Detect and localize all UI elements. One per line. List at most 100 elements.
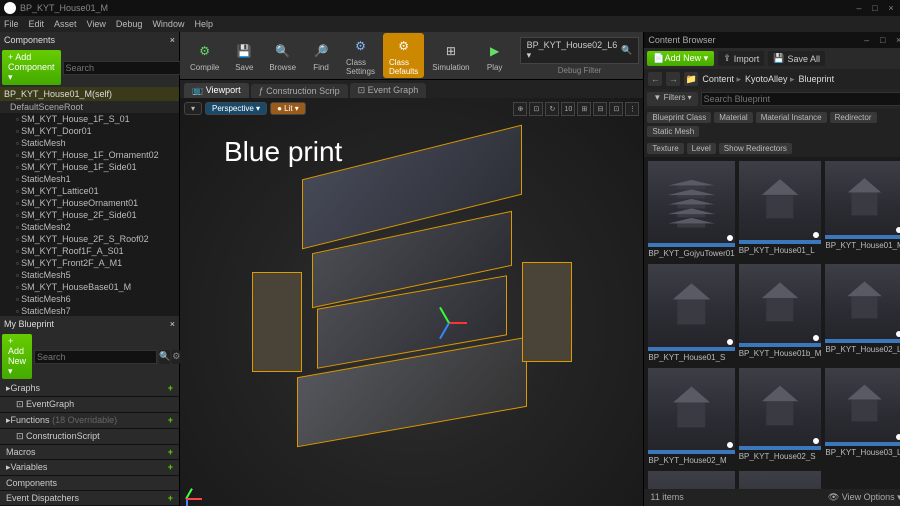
viewport-tool-button[interactable]: ⊡ <box>609 102 623 116</box>
viewport-tool-button[interactable]: ⊞ <box>577 102 591 116</box>
minimize-icon[interactable]: – <box>854 3 864 13</box>
filter-chip[interactable]: Material Instance <box>756 112 827 123</box>
bp-section-functions[interactable]: ▸Functions (18 Overridable)+ <box>0 413 179 429</box>
asset-tile[interactable]: BP_KYT_House03_L <box>825 368 900 467</box>
tree-item[interactable]: SM_KYT_HouseOrnament01 <box>0 197 179 209</box>
simulation-button[interactable]: ⊞Simulation <box>426 38 475 74</box>
find-button[interactable]: 🔎Find <box>304 38 338 74</box>
browse-button[interactable]: 🔍Browse <box>263 38 302 74</box>
nav-back-icon[interactable]: ← <box>648 72 662 86</box>
filter-chip[interactable]: Static Mesh <box>647 126 699 137</box>
menu-debug[interactable]: Debug <box>116 19 143 29</box>
bp-section-macros[interactable]: Macros+ <box>0 445 179 460</box>
tree-item[interactable]: SM_KYT_HouseBase01_M <box>0 281 179 293</box>
viewport[interactable]: ▾ Perspective ▾ ● Lit ▾ ⊕⊡↻10⊞⊟⊡⋮ Blue p… <box>180 98 643 506</box>
menu-file[interactable]: File <box>4 19 19 29</box>
import-button[interactable]: ⇪ Import <box>718 51 764 66</box>
filter-chip[interactable]: Redirector <box>830 112 877 123</box>
bp-section-graphs[interactable]: ▸Graphs+ <box>0 381 179 397</box>
asset-tile[interactable]: BP_KYT_GojyuTower01 <box>648 161 734 260</box>
add-component-button[interactable]: + Add Component ▾ <box>2 50 61 85</box>
asset-tile[interactable]: BP_KYT_House01_S <box>648 264 734 363</box>
maximize-icon[interactable]: □ <box>870 3 880 13</box>
myblueprint-tab[interactable]: My Blueprint× <box>0 316 179 332</box>
filter-chip[interactable]: Texture <box>647 143 683 154</box>
transform-gizmo[interactable] <box>431 304 467 340</box>
filter-chip[interactable]: Blueprint Class <box>647 112 711 123</box>
tree-item[interactable]: SM_KYT_House_1F_S_01 <box>0 113 179 125</box>
tree-item[interactable]: StaticMesh <box>0 137 179 149</box>
viewport-tool-button[interactable]: 10 <box>561 102 575 116</box>
asset-tile[interactable]: BP_KYT_House02_M <box>648 368 734 467</box>
filter-chip[interactable]: Material <box>714 112 752 123</box>
tree-item[interactable]: StaticMesh6 <box>0 293 179 305</box>
crumb-kyotoalley[interactable]: KyotoAlley <box>745 74 795 85</box>
asset-tile[interactable]: BP_KYT_House01b_M <box>739 264 822 363</box>
viewport-menu-icon[interactable]: ▾ <box>184 102 202 115</box>
view-options-button[interactable]: 👁 View Options ▾ <box>828 492 900 503</box>
maximize-icon[interactable]: □ <box>878 35 888 45</box>
minimize-icon[interactable]: – <box>862 35 872 45</box>
tree-item[interactable]: StaticMesh2 <box>0 221 179 233</box>
close-icon[interactable]: × <box>886 3 896 13</box>
components-search-input[interactable] <box>63 61 186 75</box>
tree-item[interactable]: SM_KYT_House_2F_S_Roof02 <box>0 233 179 245</box>
save-all-button[interactable]: 💾 Save All <box>768 51 825 66</box>
bp-eventgraph[interactable]: ⊡ EventGraph <box>0 397 179 413</box>
menu-asset[interactable]: Asset <box>54 19 77 29</box>
save-button[interactable]: 💾Save <box>227 38 261 74</box>
asset-tile[interactable]: BP_KYT_House02_L <box>825 264 900 363</box>
debug-object-dropdown[interactable]: BP_KYT_House02_L6 ▾🔍 <box>520 37 640 64</box>
asset-tile[interactable]: BP_KYT_House01_L <box>739 161 822 260</box>
tab-construction-script[interactable]: ƒ Construction Scrip <box>251 84 348 98</box>
tree-item[interactable]: SM_KYT_Lattice01 <box>0 185 179 197</box>
filter-chip[interactable]: Show Redirectors <box>719 143 792 154</box>
asset-tile[interactable]: BP_KYT_House02_S <box>739 368 822 467</box>
viewmode-dropdown[interactable]: ● Lit ▾ <box>270 102 306 115</box>
tree-item[interactable]: StaticMesh7 <box>0 305 179 316</box>
menu-window[interactable]: Window <box>152 19 184 29</box>
class-settings-button[interactable]: ⚙Class Settings <box>340 33 381 78</box>
cb-add-new-button[interactable]: 📄 Add New ▾ <box>647 51 714 66</box>
tree-root[interactable]: BP_KYT_House01_M(self) <box>0 87 179 101</box>
viewport-tool-button[interactable]: ⊕ <box>513 102 527 116</box>
folder-icon[interactable]: 📁 <box>684 72 698 86</box>
close-icon[interactable]: × <box>894 35 900 45</box>
add-new-bp-button[interactable]: + Add New ▾ <box>2 334 32 379</box>
components-tab[interactable]: Components× <box>0 32 179 48</box>
tree-item[interactable]: StaticMesh5 <box>0 269 179 281</box>
tree-item[interactable]: SM_KYT_Door01 <box>0 125 179 137</box>
menu-edit[interactable]: Edit <box>29 19 45 29</box>
menu-help[interactable]: Help <box>194 19 213 29</box>
bp-constructionscript[interactable]: ⊡ ConstructionScript <box>0 429 179 445</box>
play-button[interactable]: ▶Play <box>478 38 512 74</box>
nav-forward-icon[interactable]: → <box>666 72 680 86</box>
tree-item[interactable]: SM_KYT_Front2F_A_M1 <box>0 257 179 269</box>
tree-item[interactable]: StaticMesh1 <box>0 173 179 185</box>
filter-chip[interactable]: Level <box>687 143 716 154</box>
crumb-blueprint[interactable]: Blueprint <box>799 74 835 84</box>
tree-item[interactable]: SM_KYT_House_1F_Side01 <box>0 161 179 173</box>
close-tab-icon[interactable]: × <box>170 35 175 45</box>
filters-button[interactable]: ▼ Filters ▾ <box>647 92 697 106</box>
tab-event-graph[interactable]: ⊡ Event Graph <box>350 83 427 98</box>
components-tree[interactable]: BP_KYT_House01_M(self) DefaultSceneRoot … <box>0 87 179 316</box>
viewport-tool-button[interactable]: ⋮ <box>625 102 639 116</box>
search-icon[interactable]: 🔍 <box>159 350 170 364</box>
class-defaults-button[interactable]: ⚙Class Defaults <box>383 33 424 78</box>
viewport-tool-button[interactable]: ⊡ <box>529 102 543 116</box>
tree-item[interactable]: SM_KYT_House_2F_Side01 <box>0 209 179 221</box>
viewport-tool-button[interactable]: ↻ <box>545 102 559 116</box>
asset-tile[interactable]: BP_KYT_House01_M <box>825 161 900 260</box>
menu-view[interactable]: View <box>87 19 106 29</box>
bp-section-dispatchers[interactable]: Event Dispatchers+ <box>0 491 179 506</box>
tree-scene-root[interactable]: DefaultSceneRoot <box>0 101 179 113</box>
tab-viewport[interactable]: 📺 Viewport <box>184 83 249 98</box>
bp-section-variables[interactable]: ▸Variables+ <box>0 460 179 476</box>
tree-item[interactable]: SM_KYT_Roof1F_A_S01 <box>0 245 179 257</box>
asset-tile[interactable]: BP_KYT_House03_M <box>648 471 734 489</box>
asset-tile[interactable]: BP_KYT_House03_S <box>739 471 822 489</box>
asset-search-input[interactable] <box>701 92 900 106</box>
compile-button[interactable]: ⚙Compile <box>184 38 225 74</box>
viewport-tool-button[interactable]: ⊟ <box>593 102 607 116</box>
